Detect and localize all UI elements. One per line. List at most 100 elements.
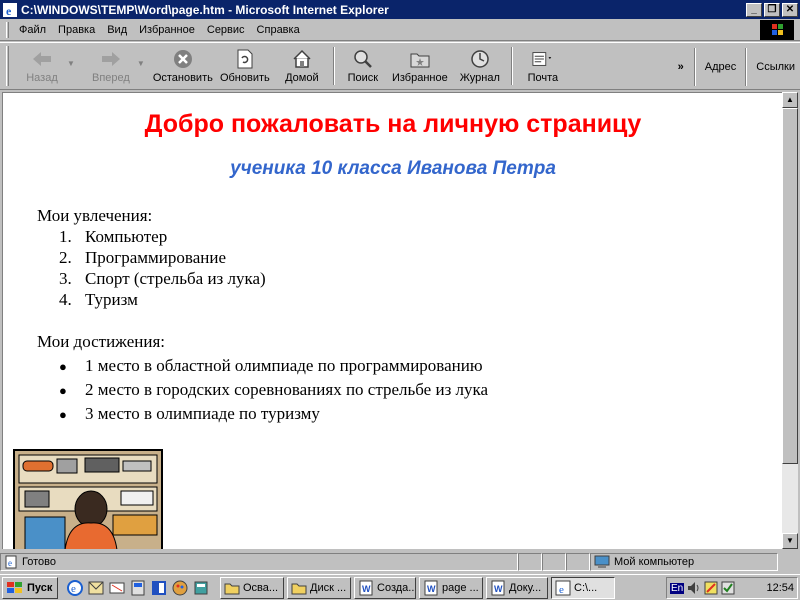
back-button[interactable]: Назад — [13, 44, 71, 88]
svg-text:W: W — [427, 584, 436, 594]
window-title: C:\WINDOWS\TEMP\Word\page.htm - Microsof… — [21, 2, 389, 17]
windows-logo-icon — [760, 20, 794, 40]
start-button[interactable]: Пуск — [2, 576, 58, 599]
tray-tool-icon[interactable] — [721, 581, 735, 595]
scroll-up-button[interactable]: ▲ — [782, 92, 798, 108]
maximize-button[interactable]: ❐ — [764, 2, 780, 17]
ie-quicklaunch-icon[interactable]: e — [66, 579, 84, 597]
mail-icon — [532, 48, 554, 70]
computer-user-clipart — [13, 449, 163, 549]
ie-icon: e — [555, 580, 571, 596]
svg-text:e: e — [8, 558, 12, 568]
taskbar-button-word-page[interactable]: W page ... — [419, 576, 483, 599]
standard-toolbar: Назад ▼ Вперед ▼ Остановить Обновить Дом… — [0, 42, 800, 90]
word-document-icon: W — [424, 580, 438, 595]
achievements-heading: Мои достижения: — [37, 332, 165, 351]
achievement-text: 1 место в областной олимпиаде по програм… — [85, 356, 483, 375]
menu-grip[interactable] — [6, 21, 9, 38]
history-icon — [469, 48, 491, 70]
forward-dropdown-icon[interactable]: ▼ — [137, 59, 145, 68]
hobby-item: 4. Туризм — [59, 290, 138, 309]
paint-quicklaunch-icon[interactable] — [171, 579, 189, 597]
svg-text:e: e — [6, 4, 12, 18]
menu-help[interactable]: Справка — [251, 24, 306, 36]
refresh-icon — [234, 48, 256, 70]
close-button[interactable]: ✕ — [782, 2, 798, 17]
toolbar-separator — [693, 48, 696, 86]
history-label: Журнал — [459, 72, 500, 84]
toolbar-separator — [332, 47, 335, 85]
achievement-item: ● 1 место в областной олимпиаде по програ… — [59, 356, 483, 375]
word-document-icon: W — [491, 580, 505, 595]
taskbar-button-ie[interactable]: e C:\... — [551, 576, 615, 599]
taskbar-button-label: page ... — [442, 581, 479, 594]
toolbar-separator — [745, 48, 748, 86]
status-text-cell: e Готово — [0, 553, 518, 571]
page-viewport[interactable]: Добро пожаловать на личную страницу учен… — [2, 92, 782, 549]
taskbar-button-label: C:\... — [574, 581, 598, 594]
windows-flag-icon — [7, 581, 22, 593]
favorites-button[interactable]: Избранное — [387, 44, 453, 88]
menu-file[interactable]: Файл — [13, 24, 52, 36]
home-button[interactable]: Домой — [275, 44, 329, 88]
toolbar-more-chevron[interactable]: » — [678, 61, 684, 73]
address-bar-label[interactable]: Адрес — [700, 61, 742, 73]
home-label: Домой — [285, 72, 319, 84]
my-computer-icon — [594, 555, 610, 568]
calculator-quicklaunch-icon[interactable] — [192, 579, 210, 597]
menu-view[interactable]: Вид — [101, 24, 133, 36]
word-document-icon: W — [359, 580, 373, 595]
language-indicator[interactable]: En — [670, 582, 685, 594]
scroll-thumb[interactable] — [782, 108, 798, 464]
minimize-button[interactable]: _ — [746, 2, 762, 17]
zone-text: Мой компьютер — [614, 556, 695, 568]
back-dropdown-icon[interactable]: ▼ — [67, 59, 75, 68]
forward-button[interactable]: Вперед — [81, 44, 141, 88]
forward-label: Вперед — [92, 72, 130, 84]
refresh-button[interactable]: Обновить — [215, 44, 275, 88]
scroll-down-button[interactable]: ▼ — [782, 533, 798, 549]
status-cell-empty — [566, 553, 590, 571]
status-bar: e Готово Мой компьютер — [0, 552, 800, 572]
taskbar-button-word-doc[interactable]: W Доку... — [486, 576, 548, 599]
taskbar-button-label: Созда... — [377, 581, 416, 594]
history-button[interactable]: Журнал — [453, 44, 507, 88]
hobbies-heading: Мои увлечения: — [37, 206, 153, 225]
mail-button[interactable]: Почта — [517, 44, 569, 88]
quick-launch: e — [66, 579, 210, 597]
svg-text:W: W — [362, 584, 371, 594]
back-label: Назад — [26, 72, 58, 84]
search-button[interactable]: Поиск — [339, 44, 387, 88]
volume-icon[interactable] — [687, 581, 701, 595]
zone-cell: Мой компьютер — [590, 553, 778, 571]
word-quicklaunch-icon[interactable] — [150, 579, 168, 597]
links-bar-label[interactable]: Ссылки — [751, 61, 800, 73]
page-icon: e — [5, 555, 17, 569]
home-icon — [291, 48, 313, 70]
clock[interactable]: 12:54 — [766, 582, 794, 594]
taskbar-button-folder[interactable]: Осва... — [220, 576, 284, 599]
taskbar-button-disk[interactable]: Диск ... — [287, 576, 351, 599]
svg-text:e: e — [559, 584, 564, 596]
outlook-express-icon[interactable] — [87, 579, 105, 597]
achievement-item: ● 3 место в олимпиаде по туризму — [59, 404, 320, 423]
toolbar-separator — [510, 47, 513, 85]
taskbar-button-label: Осва... — [243, 581, 279, 594]
toolbar-grip[interactable] — [6, 46, 9, 86]
channels-icon[interactable] — [129, 579, 147, 597]
taskbar-button-word-create[interactable]: W Созда... — [354, 576, 416, 599]
refresh-label: Обновить — [219, 72, 270, 84]
menu-favorites[interactable]: Избранное — [133, 24, 201, 36]
tray-app-icon[interactable] — [704, 581, 718, 595]
desktop-icon[interactable] — [108, 579, 126, 597]
vertical-scrollbar[interactable]: ▲ ▼ — [782, 92, 798, 549]
stop-button[interactable]: Остановить — [151, 44, 215, 88]
folder-icon — [291, 583, 307, 594]
favorites-label: Избранное — [391, 72, 448, 84]
menu-tools[interactable]: Сервис — [201, 24, 251, 36]
page-title: Добро пожаловать на личную страницу — [144, 110, 642, 138]
menu-edit[interactable]: Правка — [52, 24, 101, 36]
favorites-folder-icon — [409, 48, 431, 70]
achievement-text: 2 место в городских соревнованиях по стр… — [85, 380, 489, 399]
svg-text:W: W — [494, 584, 503, 594]
